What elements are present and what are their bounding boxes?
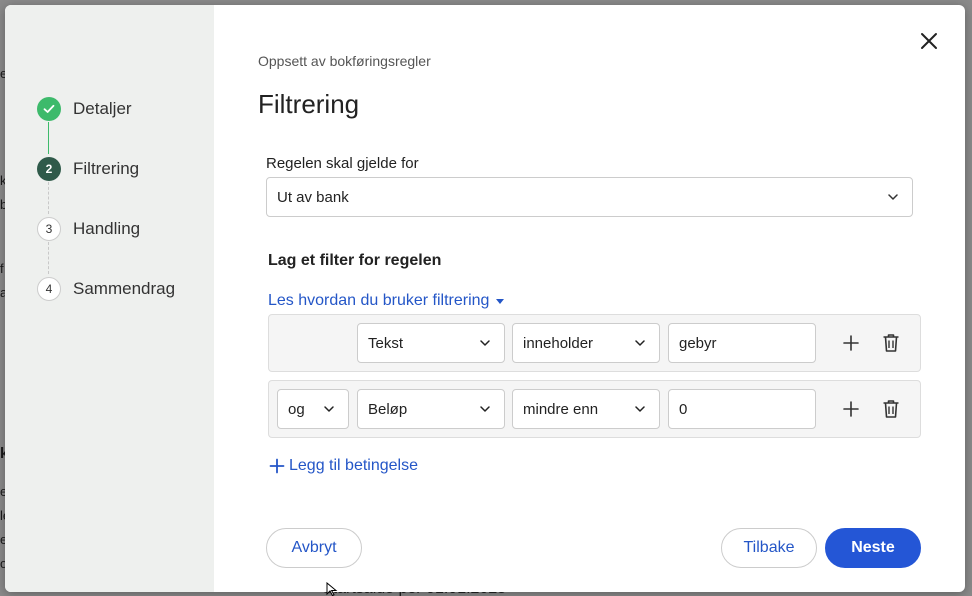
stepper-sidebar: Detaljer 2 Filtrering 3 Handling 4 Samme… (5, 5, 214, 592)
trash-icon (883, 334, 899, 352)
step-filtrering[interactable]: 2 Filtrering (37, 157, 139, 181)
connector-select[interactable]: og (277, 389, 349, 429)
applies-to-label: Regelen skal gjelde for (266, 155, 419, 172)
plus-icon (843, 401, 859, 417)
chevron-down-icon (480, 340, 490, 346)
operator-select[interactable]: mindre enn (512, 389, 660, 429)
step-connector (48, 122, 49, 154)
plus-icon (269, 458, 285, 474)
add-condition-link[interactable]: Legg til betingelse (269, 457, 418, 475)
next-button[interactable]: Neste (825, 528, 921, 568)
caret-down-icon (496, 299, 505, 304)
step-label: Handling (73, 219, 141, 238)
input-value: 0 (679, 400, 688, 418)
close-button[interactable] (917, 29, 941, 53)
filter-row: Tekst inneholder gebyr (268, 314, 921, 372)
add-row-button[interactable] (839, 397, 863, 421)
step-sammendrag[interactable]: 4 Sammendrag (37, 277, 175, 301)
trash-icon (883, 400, 899, 418)
mouse-cursor-icon (326, 582, 338, 596)
chevron-down-icon (480, 406, 490, 412)
select-value: mindre enn (523, 400, 599, 418)
select-value: Beløp (368, 400, 408, 418)
chevron-down-icon (635, 406, 645, 412)
filter-help-link[interactable]: Les hvordan du bruker filtrering (268, 292, 505, 310)
delete-row-button[interactable] (879, 397, 903, 421)
add-condition-text: Legg til betingelse (289, 457, 418, 474)
help-link-text: Les hvordan du bruker filtrering (268, 292, 490, 309)
step-label: Detaljer (73, 99, 132, 118)
step-label: Filtrering (73, 159, 140, 178)
add-row-button[interactable] (839, 331, 863, 355)
chevron-down-icon (635, 340, 645, 346)
select-value: og (288, 400, 305, 418)
filter-row: og Beløp mindre enn 0 (268, 380, 921, 438)
delete-row-button[interactable] (879, 331, 903, 355)
step-connector (48, 242, 49, 274)
page-title: Filtrering (258, 89, 360, 119)
step-number: 4 (37, 277, 61, 301)
step-handling[interactable]: 3 Handling (37, 217, 140, 241)
filter-section-heading: Lag et filter for regelen (268, 252, 442, 269)
check-icon (37, 97, 61, 121)
applies-to-select[interactable]: Ut av bank (266, 177, 913, 217)
select-value: Ut av bank (277, 188, 349, 206)
select-value: inneholder (523, 334, 594, 352)
operator-select[interactable]: inneholder (512, 323, 660, 363)
value-input[interactable]: 0 (668, 389, 816, 429)
close-icon (921, 33, 937, 49)
step-connector (48, 182, 49, 214)
modal-subtitle: Oppsett av bokføringsregler (258, 53, 431, 69)
field-select[interactable]: Beløp (357, 389, 505, 429)
cancel-button[interactable]: Avbryt (266, 528, 362, 568)
select-value: Tekst (368, 334, 404, 352)
rule-setup-modal: Detaljer 2 Filtrering 3 Handling 4 Samme… (5, 5, 965, 592)
field-select[interactable]: Tekst (357, 323, 505, 363)
plus-icon (843, 335, 859, 351)
chevron-down-icon (888, 194, 898, 200)
back-button[interactable]: Tilbake (721, 528, 817, 568)
input-value: gebyr (679, 334, 717, 352)
value-input[interactable]: gebyr (668, 323, 816, 363)
step-number: 2 (37, 157, 61, 181)
chevron-down-icon (324, 406, 334, 412)
step-detaljer[interactable]: Detaljer (37, 97, 132, 121)
step-label: Sammendrag (73, 279, 176, 298)
step-number: 3 (37, 217, 61, 241)
bg-text-fragment: f (0, 261, 4, 276)
